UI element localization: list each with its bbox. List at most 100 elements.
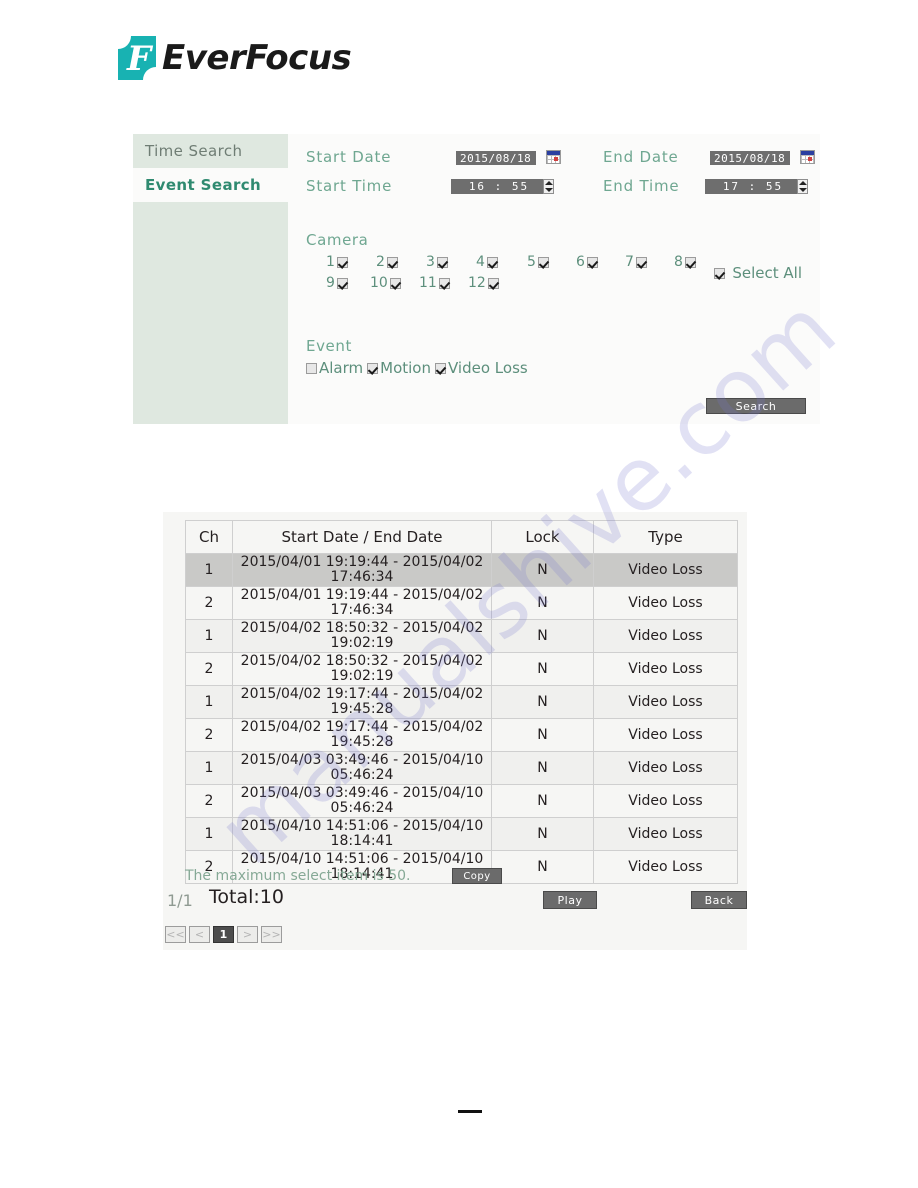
- checkbox-icon[interactable]: [436, 256, 448, 268]
- table-row[interactable]: 1 2015/04/02 18:50:32 - 2015/04/02 19:02:…: [185, 619, 738, 653]
- checkbox-icon[interactable]: [389, 277, 401, 289]
- table-row[interactable]: 2 2015/04/02 19:17:44 - 2015/04/02 19:45:…: [185, 718, 738, 752]
- checkbox-icon[interactable]: [487, 277, 499, 289]
- table-row[interactable]: 1 2015/04/03 03:49:46 - 2015/04/10 05:46:…: [185, 751, 738, 785]
- sidebar-item-time-search[interactable]: Time Search: [133, 134, 288, 168]
- table-row[interactable]: 1 2015/04/01 19:19:44 - 2015/04/02 17:46:…: [185, 553, 738, 587]
- play-button[interactable]: Play: [543, 891, 597, 909]
- end-date-input[interactable]: 2015/08/18: [710, 151, 790, 165]
- cell-lock: N: [491, 718, 594, 752]
- column-header-type: Type: [593, 520, 738, 554]
- cell-lock: N: [491, 751, 594, 785]
- camera-label-5: 5: [527, 254, 536, 270]
- camera-checkbox-9[interactable]: 9: [326, 275, 348, 291]
- camera-checkbox-6[interactable]: 6: [576, 254, 598, 270]
- pagination-button-0[interactable]: <<: [165, 926, 186, 943]
- column-header-date: Start Date / End Date: [232, 520, 492, 554]
- checkbox-icon[interactable]: [537, 256, 549, 268]
- table-row[interactable]: 1 2015/04/10 14:51:06 - 2015/04/10 18:14:…: [185, 817, 738, 851]
- checkbox-icon[interactable]: [306, 362, 317, 374]
- checkbox-icon[interactable]: [336, 256, 348, 268]
- camera-checkbox-3[interactable]: 3: [426, 254, 448, 270]
- copy-button[interactable]: Copy: [452, 868, 502, 884]
- cell-type: Video Loss: [593, 850, 738, 884]
- camera-checkbox-11[interactable]: 11: [419, 275, 450, 291]
- cell-lock: N: [491, 850, 594, 884]
- pagination-button-1[interactable]: <: [189, 926, 210, 943]
- pagination-button-3[interactable]: >: [237, 926, 258, 943]
- cell-type: Video Loss: [593, 751, 738, 785]
- back-button[interactable]: Back: [691, 891, 747, 909]
- camera-label-6: 6: [576, 254, 585, 270]
- start-date-calendar-icon[interactable]: [546, 150, 561, 164]
- checkbox-icon[interactable]: [714, 267, 726, 279]
- search-panel: Time Search Event Search Start Date 2015…: [133, 134, 820, 424]
- end-time-input[interactable]: 17 : 55: [705, 179, 797, 194]
- cell-lock: N: [491, 619, 594, 653]
- event-label-video-loss: Video Loss: [448, 359, 528, 377]
- cell-type: Video Loss: [593, 553, 738, 587]
- cell-channel: 1: [185, 685, 233, 719]
- start-time-spinner[interactable]: [543, 179, 554, 194]
- checkbox-icon[interactable]: [635, 256, 647, 268]
- checkbox-icon[interactable]: [684, 256, 696, 268]
- camera-label-9: 9: [326, 275, 335, 291]
- pagination-button-current[interactable]: 1: [213, 926, 234, 943]
- start-time-input[interactable]: 16 : 55: [451, 179, 543, 194]
- cell-channel: 2: [185, 586, 233, 620]
- camera-checkbox-10[interactable]: 10: [370, 275, 401, 291]
- checkbox-icon[interactable]: [336, 277, 348, 289]
- checkbox-icon[interactable]: [435, 362, 446, 374]
- cell-lock: N: [491, 685, 594, 719]
- checkbox-icon[interactable]: [367, 362, 379, 374]
- camera-checkbox-2[interactable]: 2: [376, 254, 398, 270]
- event-checkbox-video-loss[interactable]: Video Loss: [435, 359, 528, 377]
- event-checkbox-motion[interactable]: Motion: [367, 359, 431, 377]
- camera-checkbox-12[interactable]: 12: [468, 275, 499, 291]
- camera-checkbox-7[interactable]: 7: [625, 254, 647, 270]
- pagination-button-4[interactable]: >>: [261, 926, 282, 943]
- camera-checkbox-5[interactable]: 5: [527, 254, 549, 270]
- start-date-input[interactable]: 2015/08/18: [456, 151, 536, 165]
- checkbox-icon[interactable]: [438, 277, 450, 289]
- footer-divider: [458, 1110, 482, 1113]
- cell-type: Video Loss: [593, 718, 738, 752]
- cell-date-range: 2015/04/10 14:51:06 - 2015/04/10 18:14:4…: [232, 817, 492, 851]
- camera-checkbox-8[interactable]: 8: [674, 254, 696, 270]
- cell-lock: N: [491, 586, 594, 620]
- table-row[interactable]: 1 2015/04/02 19:17:44 - 2015/04/02 19:45:…: [185, 685, 738, 719]
- cell-channel: 1: [185, 619, 233, 653]
- cell-lock: N: [491, 817, 594, 851]
- search-form: Start Date 2015/08/18 End Date 2015/08/1…: [288, 134, 820, 424]
- select-all-checkbox[interactable]: Select All: [714, 264, 802, 282]
- results-panel: Ch Start Date / End Date Lock Type 1 2015…: [163, 512, 747, 950]
- cell-channel: 2: [185, 718, 233, 752]
- camera-label-2: 2: [376, 254, 385, 270]
- end-date-calendar-icon[interactable]: [800, 150, 815, 164]
- sidebar-item-event-search[interactable]: Event Search: [133, 168, 288, 202]
- event-type-group: Alarm Motion Video Loss: [306, 359, 532, 377]
- cell-lock: N: [491, 553, 594, 587]
- column-header-lock: Lock: [491, 520, 594, 554]
- event-checkbox-alarm[interactable]: Alarm: [306, 359, 363, 377]
- table-row[interactable]: 2 2015/04/02 18:50:32 - 2015/04/02 19:02:…: [185, 652, 738, 686]
- camera-checkbox-1[interactable]: 1: [326, 254, 348, 270]
- camera-label-7: 7: [625, 254, 634, 270]
- everfocus-logo-icon: F: [118, 36, 156, 80]
- total-count-label: Total:10: [209, 886, 284, 908]
- cell-channel: 2: [185, 784, 233, 818]
- camera-label-8: 8: [674, 254, 683, 270]
- table-row[interactable]: 2 2015/04/03 03:49:46 - 2015/04/10 05:46:…: [185, 784, 738, 818]
- checkbox-icon[interactable]: [486, 256, 498, 268]
- end-time-spinner[interactable]: [797, 179, 808, 194]
- checkbox-icon[interactable]: [386, 256, 398, 268]
- brand-name: EverFocus: [162, 38, 352, 78]
- camera-checkbox-4[interactable]: 4: [476, 254, 498, 270]
- cell-type: Video Loss: [593, 619, 738, 653]
- cell-date-range: 2015/04/02 19:17:44 - 2015/04/02 19:45:2…: [232, 718, 492, 752]
- event-label-motion: Motion: [380, 359, 431, 377]
- table-row[interactable]: 2 2015/04/01 19:19:44 - 2015/04/02 17:46:…: [185, 586, 738, 620]
- checkbox-icon[interactable]: [586, 256, 598, 268]
- search-button[interactable]: Search: [706, 398, 806, 414]
- cell-date-range: 2015/04/02 19:17:44 - 2015/04/02 19:45:2…: [232, 685, 492, 719]
